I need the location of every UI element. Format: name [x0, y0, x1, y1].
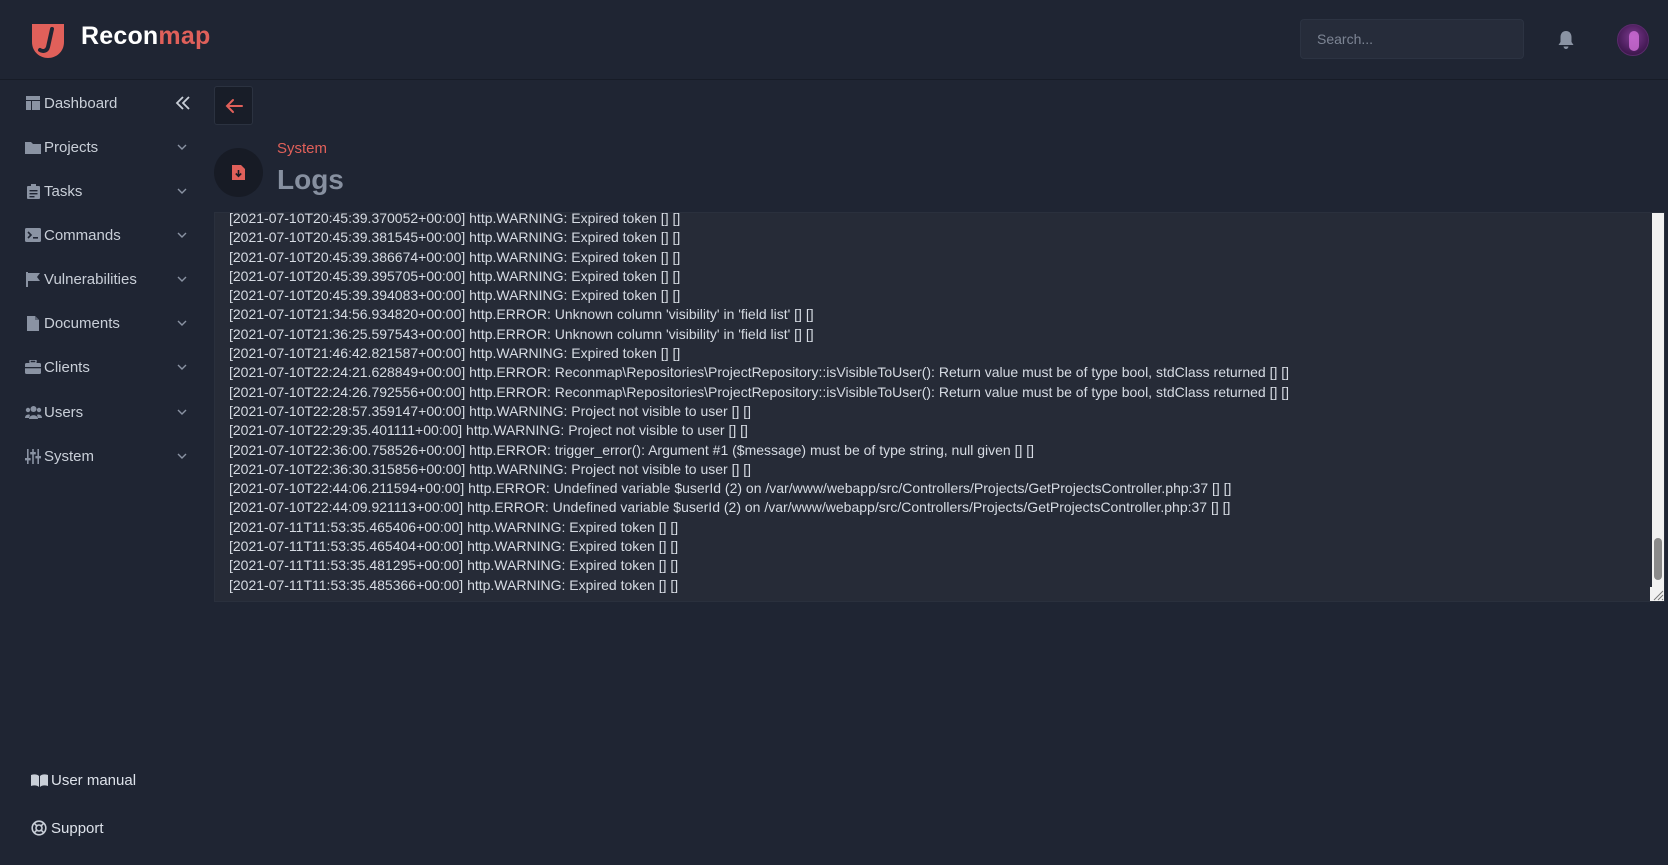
sidebar-item-label: Documents: [44, 314, 120, 332]
chevron-down-icon: [177, 144, 187, 150]
dashboard-icon: [24, 95, 42, 111]
avatar[interactable]: [1617, 24, 1649, 56]
user-manual-label: User manual: [51, 771, 137, 789]
sidebar-item-clients[interactable]: Clients: [24, 353, 188, 381]
sidebar-item-projects[interactable]: Projects: [24, 133, 188, 161]
sidebar-item-users[interactable]: Users: [24, 398, 188, 426]
chevron-down-icon: [177, 453, 187, 459]
sidebar-item-label: Commands: [44, 226, 121, 244]
vertical-scrollbar[interactable]: [1652, 213, 1664, 601]
page-icon: [214, 148, 263, 197]
chevron-down-icon: [177, 320, 187, 326]
chevron-down-icon: [177, 188, 187, 194]
top-bar: Reconmap: [0, 0, 1668, 80]
scrollbar-thumb[interactable]: [1654, 538, 1662, 580]
lifebuoy-icon: [31, 820, 49, 836]
brand-name[interactable]: Reconmap: [81, 22, 210, 51]
user-manual-link[interactable]: User manual: [31, 768, 136, 792]
page-title: Logs: [277, 164, 344, 195]
support-link[interactable]: Support: [31, 816, 104, 840]
resize-grip-icon[interactable]: [1650, 587, 1664, 601]
sidebar-item-dashboard[interactable]: Dashboard: [24, 89, 188, 117]
avatar-figure: [1629, 31, 1639, 51]
breadcrumb[interactable]: System: [277, 140, 327, 157]
sidebar-item-label: Tasks: [44, 182, 83, 200]
folder-icon: [24, 139, 42, 155]
sidebar-item-commands[interactable]: Commands: [24, 221, 188, 249]
users-icon: [24, 404, 42, 420]
book-icon: [31, 772, 49, 788]
sliders-icon: [24, 448, 42, 464]
chevron-down-icon: [177, 409, 187, 415]
sidebar-item-label: Users: [44, 403, 84, 421]
sidebar-item-label: Clients: [44, 358, 90, 376]
brand-part-1: Recon: [81, 22, 159, 50]
sidebar: Dashboard Projects Tasks Commands Vulner…: [0, 81, 200, 865]
logs-textarea[interactable]: [2021-07-10T20:45:39.370052+00:00] http.…: [214, 212, 1665, 602]
terminal-icon: [24, 227, 42, 243]
chevron-down-icon: [177, 364, 187, 370]
brand-part-2: map: [158, 22, 211, 50]
sidebar-item-label: System: [44, 447, 95, 465]
sidebar-item-documents[interactable]: Documents: [24, 309, 188, 337]
chevron-down-icon: [177, 276, 187, 282]
arrow-left-icon: [225, 98, 243, 113]
sidebar-item-label: Vulnerabilities: [44, 270, 137, 288]
sidebar-item-label: Dashboard: [44, 94, 118, 112]
flag-icon: [24, 271, 42, 287]
file-download-icon: [232, 165, 245, 180]
search-input[interactable]: [1300, 19, 1524, 59]
sidebar-item-system[interactable]: System: [24, 442, 188, 470]
reconmap-logo[interactable]: [28, 20, 68, 60]
chevron-down-icon: [177, 232, 187, 238]
bell-icon[interactable]: [1557, 30, 1575, 50]
clipboard-icon: [24, 183, 42, 199]
sidebar-item-label: Projects: [44, 138, 99, 156]
sidebar-item-tasks[interactable]: Tasks: [24, 177, 188, 205]
logs-content: [2021-07-10T20:45:39.370052+00:00] http.…: [229, 212, 1290, 593]
sidebar-item-vulnerabilities[interactable]: Vulnerabilities: [24, 265, 188, 293]
document-icon: [24, 315, 42, 331]
back-button[interactable]: [214, 86, 253, 125]
briefcase-icon: [24, 359, 42, 375]
support-label: Support: [51, 819, 104, 837]
